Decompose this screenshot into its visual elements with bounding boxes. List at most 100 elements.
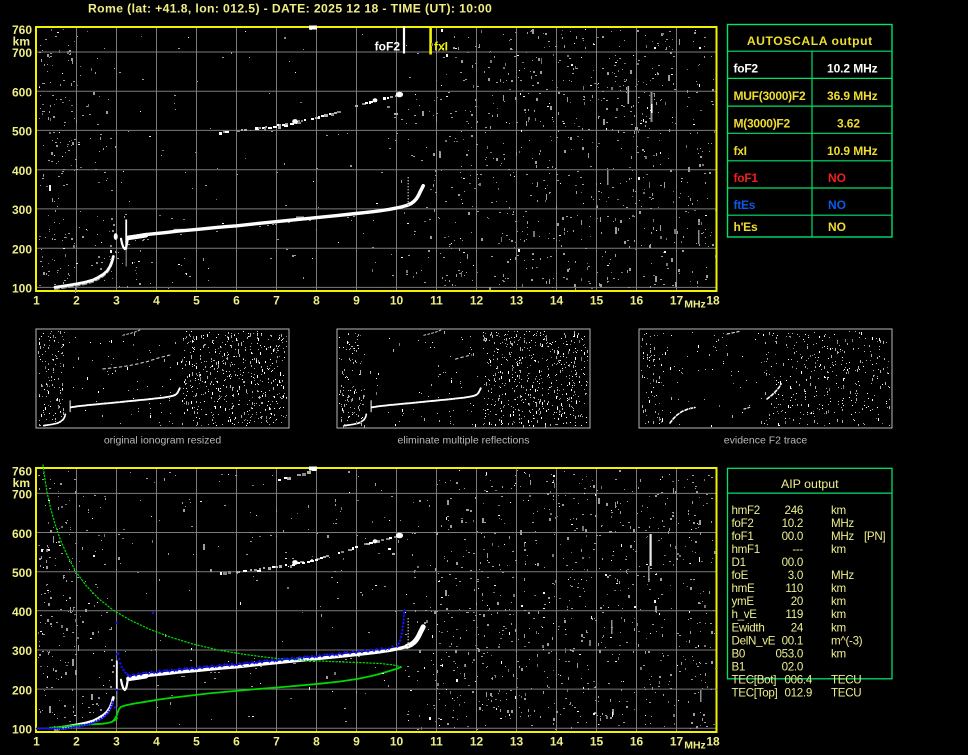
svg-text:TEC[Top]: TEC[Top] bbox=[732, 686, 778, 699]
svg-text:[PN]: [PN] bbox=[864, 530, 885, 543]
svg-text:16: 16 bbox=[630, 735, 644, 749]
svg-text:11: 11 bbox=[430, 294, 443, 308]
svg-text:4: 4 bbox=[153, 735, 160, 749]
svg-text:500: 500 bbox=[12, 566, 32, 580]
svg-text:300: 300 bbox=[12, 203, 32, 217]
svg-text:TECU: TECU bbox=[831, 686, 861, 699]
svg-text:02.0: 02.0 bbox=[782, 660, 803, 673]
svg-text:17: 17 bbox=[670, 735, 684, 749]
svg-text:TECU: TECU bbox=[831, 673, 861, 686]
svg-text:MHz: MHz bbox=[831, 569, 854, 582]
svg-text:00.0: 00.0 bbox=[782, 556, 803, 569]
svg-text:hmF1: hmF1 bbox=[732, 543, 760, 556]
svg-text:fxI: fxI bbox=[434, 40, 448, 54]
svg-text:5: 5 bbox=[193, 735, 200, 749]
svg-text:km: km bbox=[831, 504, 846, 517]
svg-text:12: 12 bbox=[470, 735, 484, 749]
svg-text:7: 7 bbox=[273, 735, 280, 749]
svg-text:km: km bbox=[831, 621, 846, 634]
svg-text:hmE: hmE bbox=[732, 582, 756, 595]
svg-text:012.9: 012.9 bbox=[784, 686, 812, 699]
svg-text:10.2: 10.2 bbox=[782, 517, 803, 530]
svg-text:AUTOSCALA output: AUTOSCALA output bbox=[747, 34, 873, 48]
svg-text:9: 9 bbox=[353, 735, 360, 749]
svg-text:B0: B0 bbox=[732, 647, 746, 660]
svg-text:km: km bbox=[831, 595, 846, 608]
svg-text:eliminate multiple reflections: eliminate multiple reflections bbox=[398, 435, 530, 447]
svg-text:3: 3 bbox=[113, 294, 120, 308]
svg-text:3: 3 bbox=[113, 735, 120, 749]
svg-text:1: 1 bbox=[33, 294, 40, 308]
svg-text:original ionogram resized: original ionogram resized bbox=[104, 435, 221, 447]
svg-text:10.9 MHz: 10.9 MHz bbox=[827, 144, 878, 158]
svg-text:ymE: ymE bbox=[732, 595, 755, 608]
svg-text:10: 10 bbox=[390, 294, 404, 308]
svg-text:17: 17 bbox=[670, 294, 684, 308]
svg-text:foF2: foF2 bbox=[734, 61, 759, 75]
svg-text:18: 18 bbox=[706, 294, 720, 308]
svg-text:MUF(3000)F2: MUF(3000)F2 bbox=[734, 89, 807, 103]
svg-text:TEC[Bot]: TEC[Bot] bbox=[732, 673, 777, 686]
svg-text:D1: D1 bbox=[732, 556, 746, 569]
svg-text:Ewidth: Ewidth bbox=[732, 621, 765, 634]
svg-text:ftEs: ftEs bbox=[734, 198, 756, 212]
svg-text:MHz: MHz bbox=[684, 740, 706, 752]
svg-text:600: 600 bbox=[12, 527, 32, 541]
svg-text:MHz: MHz bbox=[831, 517, 854, 530]
svg-text:246: 246 bbox=[785, 504, 803, 517]
svg-text:600: 600 bbox=[12, 85, 32, 99]
svg-text:10.2 MHz: 10.2 MHz bbox=[827, 61, 878, 75]
svg-text:2: 2 bbox=[73, 294, 80, 308]
svg-text:2: 2 bbox=[73, 735, 80, 749]
svg-text:fxI: fxI bbox=[734, 144, 747, 158]
svg-text:400: 400 bbox=[12, 605, 32, 619]
svg-text:AIP output: AIP output bbox=[781, 477, 839, 491]
svg-text:foE: foE bbox=[732, 569, 749, 582]
svg-text:1: 1 bbox=[33, 735, 40, 749]
svg-text:11: 11 bbox=[430, 735, 443, 749]
svg-text:00.1: 00.1 bbox=[782, 634, 803, 647]
svg-text:km: km bbox=[831, 608, 846, 621]
svg-text:10: 10 bbox=[390, 735, 404, 749]
svg-text:300: 300 bbox=[12, 644, 32, 658]
svg-text:12: 12 bbox=[470, 294, 484, 308]
svg-text:MHz: MHz bbox=[684, 299, 706, 311]
svg-text:13: 13 bbox=[510, 735, 524, 749]
svg-text:7: 7 bbox=[273, 294, 280, 308]
svg-text:3.0: 3.0 bbox=[788, 569, 803, 582]
svg-text:13: 13 bbox=[510, 294, 524, 308]
svg-text:400: 400 bbox=[12, 164, 32, 178]
svg-text:foF1: foF1 bbox=[734, 171, 759, 185]
svg-text:700: 700 bbox=[12, 46, 32, 60]
svg-text:15: 15 bbox=[590, 735, 604, 749]
svg-text:200: 200 bbox=[12, 242, 32, 256]
svg-text:20: 20 bbox=[791, 595, 803, 608]
svg-text:NO: NO bbox=[828, 198, 846, 212]
svg-text:14: 14 bbox=[550, 735, 564, 749]
svg-text:foF2: foF2 bbox=[732, 517, 754, 530]
svg-text:200: 200 bbox=[12, 683, 32, 697]
svg-text:9: 9 bbox=[353, 294, 360, 308]
svg-text:24: 24 bbox=[791, 621, 804, 634]
svg-text:15: 15 bbox=[590, 294, 604, 308]
svg-text:500: 500 bbox=[12, 125, 32, 139]
svg-text:Rome (lat: +41.8, lon: 012.5): Rome (lat: +41.8, lon: 012.5) - DATE: 20… bbox=[88, 2, 492, 16]
svg-text:foF1: foF1 bbox=[732, 530, 754, 543]
svg-text:6: 6 bbox=[233, 735, 240, 749]
svg-text:MHz: MHz bbox=[831, 530, 854, 543]
svg-text:km: km bbox=[831, 647, 846, 660]
svg-text:---: --- bbox=[792, 543, 803, 556]
svg-text:100: 100 bbox=[12, 282, 32, 296]
svg-text:NO: NO bbox=[828, 220, 846, 234]
svg-text:hmF2: hmF2 bbox=[732, 504, 760, 517]
svg-text:053.0: 053.0 bbox=[775, 647, 803, 660]
svg-text:evidence F2 trace: evidence F2 trace bbox=[724, 435, 808, 447]
svg-text:00.0: 00.0 bbox=[782, 530, 803, 543]
svg-text:km: km bbox=[831, 543, 846, 556]
svg-text:6: 6 bbox=[233, 294, 240, 308]
svg-text:18: 18 bbox=[706, 735, 720, 749]
svg-text:km: km bbox=[831, 582, 846, 595]
svg-text:14: 14 bbox=[550, 294, 564, 308]
svg-text:B1: B1 bbox=[732, 660, 746, 673]
svg-text:119: 119 bbox=[785, 608, 803, 621]
